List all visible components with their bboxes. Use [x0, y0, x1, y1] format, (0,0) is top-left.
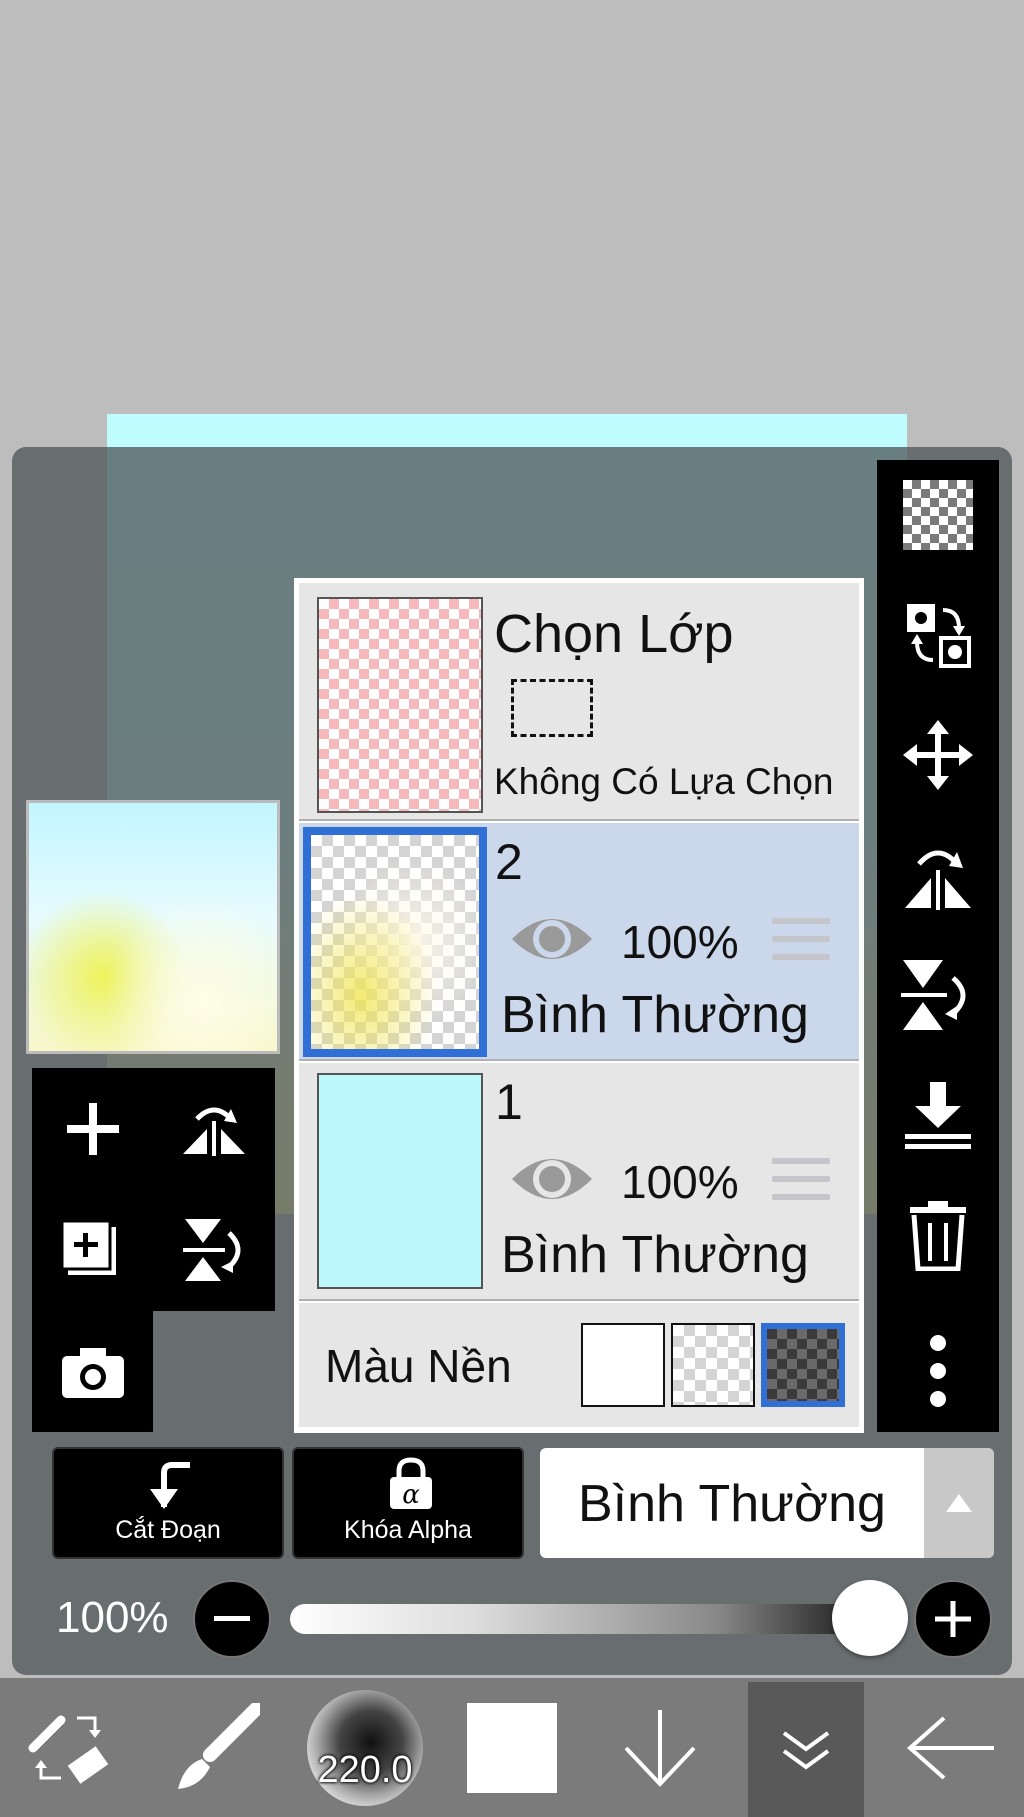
opacity-value-label: 100% [56, 1593, 169, 1642]
flip-vertical-button[interactable] [153, 1189, 274, 1310]
delete-layer-button[interactable] [877, 1180, 999, 1290]
move-icon [903, 720, 973, 790]
left-tool-grid-bottom [32, 1311, 153, 1432]
blend-mode-select[interactable]: Bình Thường [540, 1448, 994, 1558]
brush-icon [178, 1702, 260, 1789]
add-layer-icon [66, 1102, 119, 1155]
opacity-slider-track[interactable] [290, 1604, 900, 1634]
layers-toggle-button[interactable] [748, 1682, 864, 1817]
flip-horizontal-button[interactable] [153, 1068, 274, 1189]
layer-2-visibility-toggle[interactable] [509, 909, 595, 969]
color-swatch [467, 1702, 557, 1793]
clip-arrow-icon [150, 1462, 190, 1509]
layers-list: Chọn Lớp Không Có Lựa Chọn 2 100% Bình T… [294, 578, 864, 1433]
duplicate-layer-button[interactable] [32, 1189, 153, 1310]
selection-layer-row[interactable]: Chọn Lớp Không Có Lựa Chọn [299, 583, 859, 821]
flip-horizontal-icon [905, 850, 971, 910]
brush-eraser-swap-icon [28, 1715, 109, 1784]
transparency-button[interactable] [877, 460, 999, 570]
opacity-slider-knob[interactable] [832, 1580, 908, 1656]
layer-row-1[interactable]: 1 100% Bình Thường [299, 1063, 859, 1301]
bottom-toolbar: 220.0 [0, 1678, 1024, 1817]
arrow-down-icon [624, 1709, 696, 1787]
layer-1-thumbnail [317, 1073, 483, 1289]
layer-2-thumbnail [303, 827, 487, 1057]
chevron-double-down-icon [782, 1730, 830, 1769]
swap-button[interactable] [877, 580, 999, 690]
selection-marquee-icon [511, 679, 593, 737]
camera-icon [61, 1347, 124, 1398]
selection-layer-title: Chọn Lớp [494, 604, 734, 664]
canvas-preview [26, 800, 280, 1054]
layer-2-blend-mode: Bình Thường [501, 986, 809, 1044]
opacity-decrease-button[interactable] [193, 1580, 271, 1658]
more-options-button[interactable] [877, 1310, 999, 1432]
layer-1-drag-handle[interactable] [772, 1158, 830, 1212]
layer-2-drag-handle[interactable] [772, 918, 830, 972]
clip-button[interactable]: Cắt Đoạn [52, 1447, 284, 1559]
add-layer-button[interactable] [32, 1068, 153, 1189]
layer-1-blend-mode: Bình Thường [501, 1226, 809, 1284]
merge-down-icon [905, 1082, 971, 1149]
blend-mode-dropdown-button[interactable] [924, 1448, 994, 1558]
flip-vertical-icon [182, 1218, 240, 1281]
transparency-icon [903, 480, 973, 550]
left-tool-grid [32, 1068, 275, 1311]
brush-size-value: 220.0 [317, 1748, 413, 1791]
flip-horizontal-icon [182, 1107, 245, 1156]
clip-label: Cắt Đoạn [115, 1516, 221, 1544]
layer-row-2[interactable]: 2 100% Bình Thường [299, 823, 859, 1061]
arrow-left-icon [906, 1716, 994, 1779]
tool-switch-button[interactable] [0, 1678, 140, 1817]
eye-icon [512, 919, 592, 959]
layer-1-visibility-toggle[interactable] [509, 1149, 595, 1209]
swap-icon [907, 604, 971, 668]
layer-1-number: 1 [495, 1074, 523, 1130]
more-icon [930, 1335, 946, 1407]
brush-size-preview: 220.0 [307, 1689, 423, 1806]
background-white-option[interactable] [581, 1323, 665, 1407]
flip-vertical-icon [901, 960, 966, 1030]
camera-button[interactable] [32, 1311, 153, 1432]
background-dark-option[interactable] [761, 1323, 845, 1407]
move-button[interactable] [877, 700, 999, 810]
flip-vertical-button[interactable] [877, 940, 999, 1050]
chevron-up-icon [946, 1494, 972, 1512]
color-button[interactable] [460, 1678, 564, 1817]
layer-2-number: 2 [495, 834, 523, 890]
plus-icon [935, 1601, 971, 1637]
flip-horizontal-button[interactable] [877, 820, 999, 930]
layer-2-opacity: 100% [621, 916, 739, 968]
background-color-row: Màu Nền [299, 1303, 859, 1427]
alpha-lock-label: Khóa Alpha [344, 1516, 472, 1544]
layer-1-opacity: 100% [621, 1156, 739, 1208]
back-button[interactable] [896, 1678, 1006, 1817]
brush-size-button[interactable]: 220.0 [300, 1678, 430, 1817]
blend-mode-value: Bình Thường [578, 1475, 886, 1533]
right-toolbar [877, 460, 999, 1432]
selection-thumbnail [317, 597, 483, 813]
merge-down-button[interactable] [877, 1060, 999, 1170]
eye-icon [512, 1159, 592, 1199]
opacity-increase-button[interactable] [914, 1580, 992, 1658]
alpha-lock-button[interactable]: α Khóa Alpha [292, 1447, 524, 1559]
duplicate-layer-icon [60, 1219, 116, 1275]
background-color-label: Màu Nền [325, 1340, 512, 1392]
lock-icon: α [390, 1457, 432, 1510]
trash-icon [910, 1201, 966, 1271]
selection-status: Không Có Lựa Chọn [494, 761, 834, 802]
scroll-down-button[interactable] [610, 1678, 710, 1817]
svg-text:α: α [402, 1480, 420, 1510]
brush-button[interactable] [160, 1678, 270, 1817]
minus-icon [214, 1616, 250, 1621]
background-transparent-option[interactable] [671, 1323, 755, 1407]
